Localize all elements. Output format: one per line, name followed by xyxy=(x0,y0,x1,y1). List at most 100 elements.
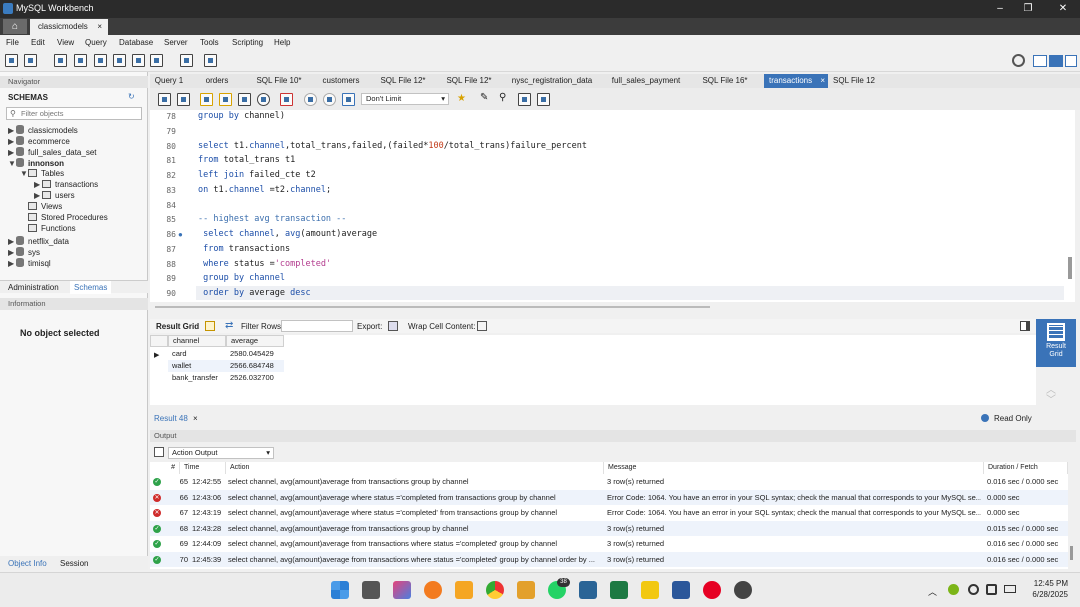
menu-help[interactable]: Help xyxy=(274,38,290,47)
home-icon[interactable]: ⌂ xyxy=(3,19,27,34)
maximize-icon[interactable]: ❐ xyxy=(1018,2,1038,16)
explain-icon[interactable] xyxy=(238,93,251,106)
toggle-sidebar-icon[interactable] xyxy=(1033,55,1047,67)
tab-orders[interactable]: orders xyxy=(198,74,236,88)
tree-item-netflix-data[interactable]: ▶ netflix_data xyxy=(8,236,69,246)
rollback-icon[interactable] xyxy=(323,93,336,106)
tree-item-views[interactable]: Views xyxy=(28,202,62,211)
tray-chevron-icon[interactable]: ︿ xyxy=(928,585,937,598)
beautify-icon[interactable]: ✎ xyxy=(480,92,492,104)
filter-rows-input[interactable] xyxy=(281,320,353,332)
tab-query-1[interactable]: Query 1 xyxy=(150,74,188,88)
tab-administration[interactable]: Administration xyxy=(8,283,59,292)
close-icon[interactable]: ✕ xyxy=(1053,2,1073,16)
result-grid-label[interactable]: Result Grid xyxy=(156,322,199,331)
tree-item-functions[interactable]: Functions xyxy=(28,224,76,233)
tab-session[interactable]: Session xyxy=(60,559,88,568)
menu-database[interactable]: Database xyxy=(119,38,153,47)
column-header-average[interactable]: average xyxy=(226,335,284,347)
tree-item-tables[interactable]: ▼ Tables xyxy=(20,169,64,178)
network-icon[interactable] xyxy=(968,584,979,595)
invisible-chars-icon[interactable] xyxy=(518,93,531,106)
tab-sql-file-10[interactable]: SQL File 10* xyxy=(248,74,310,88)
tab-customers[interactable]: customers xyxy=(316,74,366,88)
file-explorer-icon[interactable] xyxy=(517,581,535,599)
tab-sql-file-12b[interactable]: SQL File 12* xyxy=(440,74,498,88)
new-sql-tab-icon[interactable] xyxy=(5,54,18,67)
menu-file[interactable]: File xyxy=(6,38,19,47)
mysql-workbench-icon[interactable] xyxy=(579,581,597,599)
filter-objects-input[interactable]: Filter objects xyxy=(6,107,142,120)
grid-cell[interactable]: card xyxy=(168,348,226,360)
search-table-data-icon[interactable] xyxy=(180,54,193,67)
toggle-secondary-sidebar-icon[interactable] xyxy=(1065,55,1077,67)
firefox-icon[interactable] xyxy=(424,581,442,599)
editor-vertical-scrollbar[interactable] xyxy=(1068,257,1072,279)
output-row[interactable]: ✓ 65 12:42:55 select channel, avg(amount… xyxy=(150,474,1068,490)
side-scroll-arrows-icon[interactable]: ︿ ﹀ xyxy=(1046,386,1056,406)
gear-icon[interactable] xyxy=(1012,54,1025,67)
pinterest-icon[interactable] xyxy=(703,581,721,599)
output-type-select[interactable]: Action Output xyxy=(168,447,274,459)
tree-item-timisql[interactable]: ▶ timisql xyxy=(8,258,51,268)
inspector-icon[interactable] xyxy=(54,54,67,67)
create-function-icon[interactable] xyxy=(150,54,163,67)
word-icon[interactable] xyxy=(672,581,690,599)
close-result-icon[interactable]: × xyxy=(193,414,198,423)
grid-icon[interactable] xyxy=(205,321,215,331)
export-icon[interactable] xyxy=(388,321,398,331)
minimize-icon[interactable]: – xyxy=(990,2,1010,16)
toggle-error-icon[interactable] xyxy=(280,93,293,106)
tab-sql-file-12a[interactable]: SQL File 12* xyxy=(374,74,432,88)
tree-item-full-sales[interactable]: ▶ full_sales_data_set xyxy=(8,147,97,157)
grid-cell[interactable]: 2580.045429 xyxy=(226,348,284,360)
menu-server[interactable]: Server xyxy=(164,38,188,47)
chrome-icon[interactable] xyxy=(486,581,504,599)
autocommit-icon[interactable] xyxy=(342,93,355,106)
grid-cell[interactable]: bank_transfer xyxy=(168,372,226,384)
tab-nysc-registration[interactable]: nysc_registration_data xyxy=(506,74,598,88)
taskbar-clock[interactable]: 12:45 PM 6/28/2025 xyxy=(1022,578,1068,600)
open-file-icon[interactable] xyxy=(158,93,171,106)
tab-full-sales-payment[interactable]: full_sales_payment xyxy=(606,74,686,88)
toggle-panel-icon[interactable] xyxy=(1020,321,1030,331)
menu-scripting[interactable]: Scripting xyxy=(232,38,263,47)
close-tab-icon[interactable]: × xyxy=(820,74,825,88)
output-row[interactable]: ✓ 70 12:45:39 select channel, avg(amount… xyxy=(150,551,1068,567)
wrap-lines-icon[interactable] xyxy=(537,93,550,106)
tree-item-ecommerce[interactable]: ▶ ecommerce xyxy=(8,136,70,146)
limit-rows-select[interactable]: Don't Limit xyxy=(361,93,449,105)
tree-item-users[interactable]: ▶ users xyxy=(34,191,75,200)
output-scrollbar[interactable] xyxy=(1070,546,1073,560)
folder-icon[interactable] xyxy=(455,581,473,599)
tab-object-info[interactable]: Object Info xyxy=(8,559,47,568)
column-header-channel[interactable]: channel xyxy=(168,335,226,347)
result-tab[interactable]: Result 48 xyxy=(154,414,188,423)
menu-query[interactable]: Query xyxy=(85,38,107,47)
tray-app-icon[interactable] xyxy=(948,584,959,595)
create-schema-icon[interactable] xyxy=(74,54,87,67)
chatgpt-icon[interactable] xyxy=(734,581,752,599)
execute-statement-icon[interactable] xyxy=(219,93,232,106)
copy-output-icon[interactable] xyxy=(154,447,164,457)
refresh-icon[interactable]: ↻ xyxy=(128,92,135,101)
commit-icon[interactable] xyxy=(304,93,317,106)
power-bi-icon[interactable] xyxy=(641,581,659,599)
copilot-icon[interactable] xyxy=(393,581,411,599)
toggle-output-icon[interactable] xyxy=(1049,55,1063,67)
save-icon[interactable] xyxy=(177,93,190,106)
reconnect-icon[interactable] xyxy=(204,54,217,67)
tree-item-transactions[interactable]: ▶ transactions xyxy=(34,180,98,189)
tab-schemas[interactable]: Schemas xyxy=(70,281,112,294)
output-row[interactable]: ✓ 69 12:44:09 select channel, avg(amount… xyxy=(150,536,1068,552)
menu-edit[interactable]: Edit xyxy=(31,38,45,47)
grid-cell[interactable]: wallet xyxy=(168,360,226,372)
sql-editor[interactable]: 78 group by channel) 79 80 select t1.cha… xyxy=(150,110,1075,302)
tree-item-classicmodels[interactable]: ▶ classicmodels xyxy=(8,125,78,135)
output-row[interactable]: ✕ 66 12:43:06 select channel, avg(amount… xyxy=(150,489,1068,505)
tree-item-innonson[interactable]: ▼ innonson xyxy=(8,158,64,168)
tree-item-stored-procedures[interactable]: Stored Procedures xyxy=(28,213,108,222)
execute-icon[interactable] xyxy=(200,93,213,106)
find-icon[interactable]: ⚲ xyxy=(499,92,511,104)
volume-icon[interactable] xyxy=(986,584,997,595)
